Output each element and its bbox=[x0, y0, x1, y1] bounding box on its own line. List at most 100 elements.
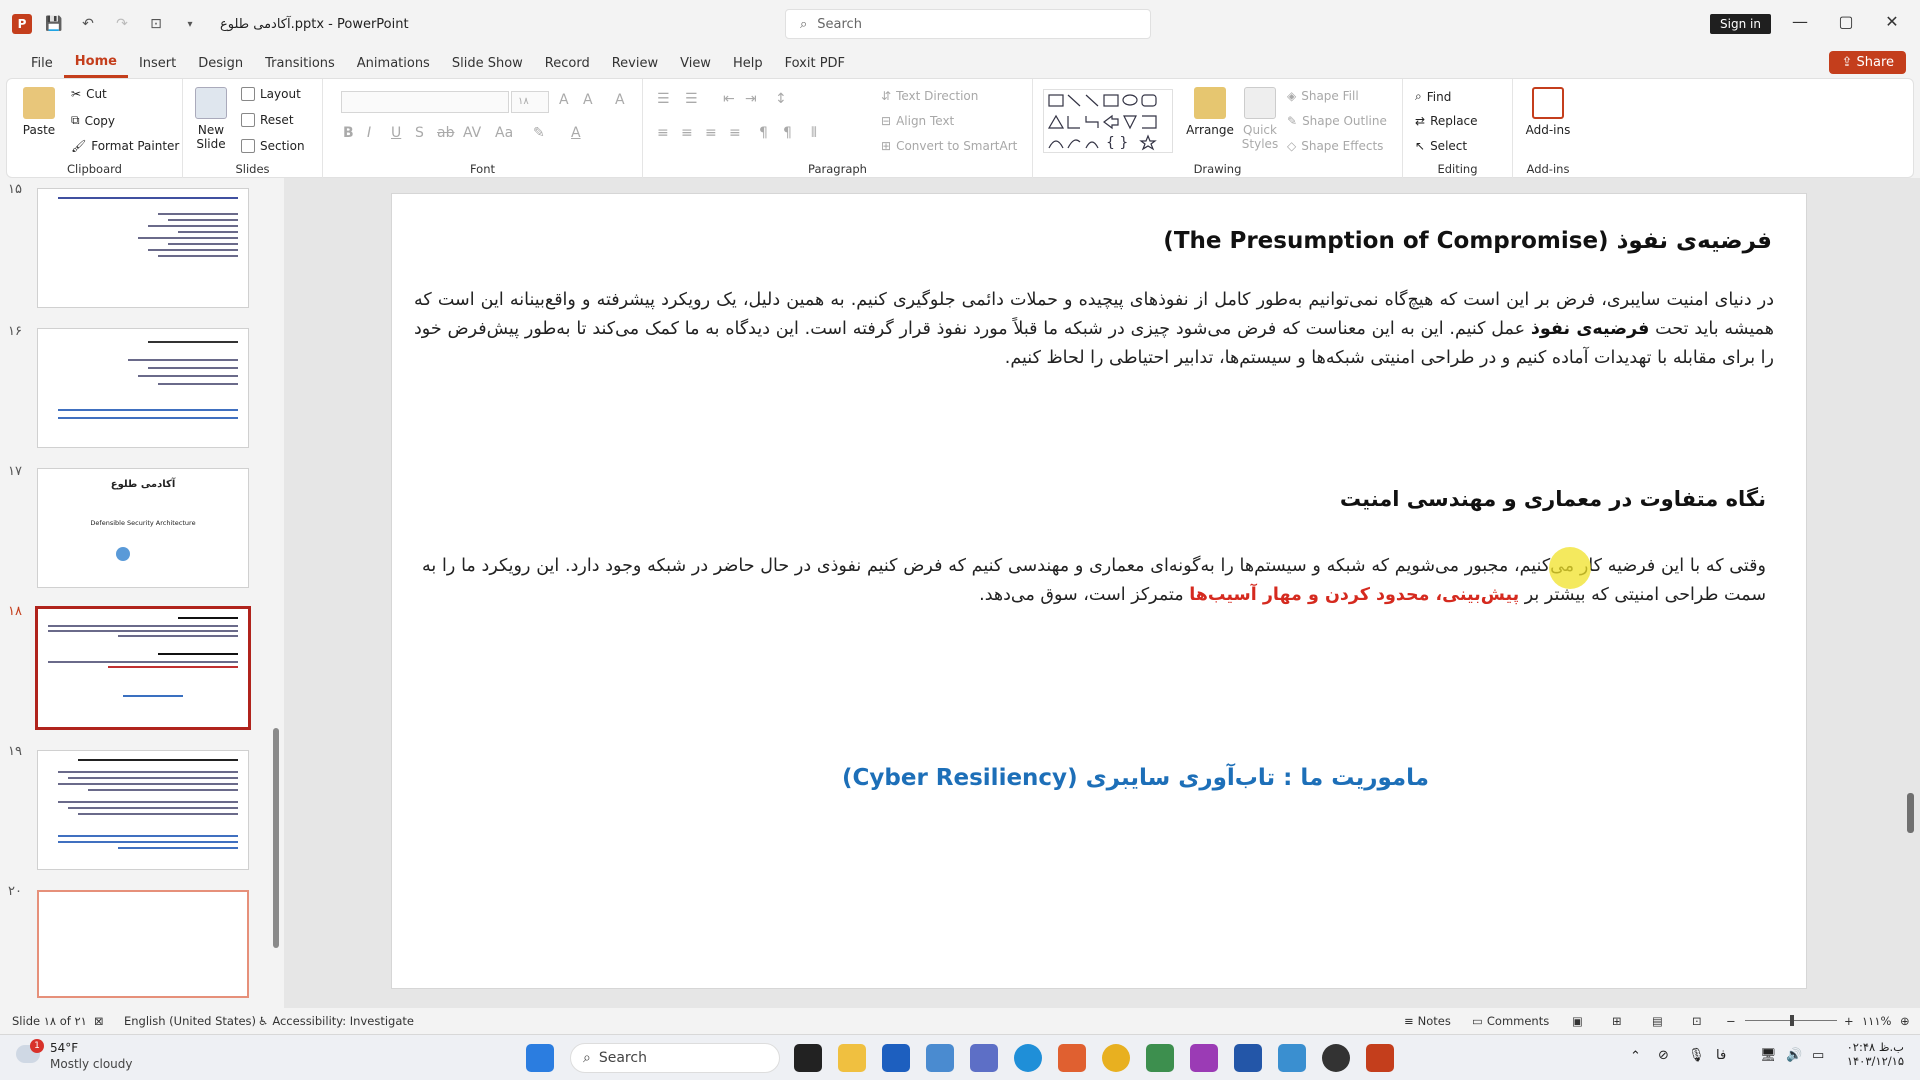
clear-format-icon[interactable]: A bbox=[615, 92, 625, 108]
remote-desktop-icon[interactable] bbox=[1278, 1044, 1306, 1072]
tab-record[interactable]: Record bbox=[534, 48, 601, 78]
slide-thumbnail-18[interactable] bbox=[35, 606, 251, 730]
shape-effects-button[interactable]: ◇ Shape Effects bbox=[1287, 139, 1383, 153]
tab-view[interactable]: View bbox=[669, 48, 722, 78]
align-text-button[interactable]: ⊟ Align Text bbox=[881, 114, 954, 128]
remote-app-icon[interactable] bbox=[970, 1044, 998, 1072]
shapes-gallery[interactable]: { } bbox=[1043, 89, 1173, 153]
slideshow-view-icon[interactable]: ⊡ bbox=[1692, 1014, 1702, 1028]
utility-app-icon[interactable] bbox=[1146, 1044, 1174, 1072]
paste-button[interactable]: Paste bbox=[17, 87, 61, 137]
clock[interactable]: ۰۲:۴۸ ب.ظ ۱۴۰۳/۱۲/۱۵ bbox=[1840, 1040, 1904, 1068]
task-view-icon[interactable] bbox=[794, 1044, 822, 1072]
slide-thumbnail-20[interactable] bbox=[37, 890, 249, 998]
justify-icon[interactable]: ≡ bbox=[729, 125, 741, 141]
zoom-level[interactable]: ۱۱۱% bbox=[1862, 1014, 1891, 1028]
replace-button[interactable]: ⇄ Replace bbox=[1415, 114, 1478, 128]
slide-thumbnail-15[interactable] bbox=[37, 188, 249, 308]
shape-outline-button[interactable]: ✎ Shape Outline bbox=[1287, 114, 1387, 128]
comments-button[interactable]: ▭ Comments bbox=[1472, 1014, 1549, 1028]
windows-start-icon[interactable] bbox=[526, 1044, 554, 1072]
tab-animations[interactable]: Animations bbox=[346, 48, 441, 78]
tab-transitions[interactable]: Transitions bbox=[254, 48, 346, 78]
tray-app-icon[interactable]: ⊘ bbox=[1658, 1048, 1669, 1063]
powerpoint-taskbar-icon[interactable] bbox=[1366, 1044, 1394, 1072]
taskbar-search[interactable]: ⌕ Search bbox=[570, 1043, 780, 1073]
snipping-tool-icon[interactable] bbox=[1058, 1044, 1086, 1072]
layout-button[interactable]: Layout bbox=[241, 87, 301, 101]
tab-review[interactable]: Review bbox=[601, 48, 669, 78]
shape-fill-button[interactable]: ◈ Shape Fill bbox=[1287, 89, 1359, 103]
search-input[interactable]: ⌕ Search bbox=[785, 9, 1151, 39]
decrease-font-icon[interactable]: A bbox=[583, 92, 593, 108]
align-left-icon[interactable]: ≡ bbox=[657, 125, 669, 141]
slide-heading-mission[interactable]: ماموریت ما : تاب‌آوری سایبری (Cyber Resi… bbox=[842, 765, 1429, 791]
align-center-icon[interactable]: ≡ bbox=[681, 125, 693, 141]
underline-icon[interactable]: U bbox=[391, 125, 401, 141]
close-icon[interactable]: ✕ bbox=[1872, 12, 1912, 31]
accessibility-status[interactable]: ♿ Accessibility: Investigate bbox=[258, 1014, 414, 1028]
maximize-icon[interactable]: ▢ bbox=[1826, 12, 1866, 31]
slide-heading-compromise[interactable]: فرضیه‌ی نفوذ (The Presumption of Comprom… bbox=[1163, 228, 1772, 254]
line-spacing-icon[interactable]: ↕ bbox=[775, 91, 787, 107]
present-icon[interactable]: ⊡ bbox=[144, 12, 168, 36]
ltr-icon[interactable]: ¶ bbox=[759, 125, 768, 141]
reset-button[interactable]: Reset bbox=[241, 113, 294, 127]
font-size-input[interactable]: ۱۸ bbox=[511, 91, 549, 113]
microphone-icon[interactable]: 🎙 bbox=[1688, 1048, 1705, 1063]
tab-help[interactable]: Help bbox=[722, 48, 774, 78]
word-icon[interactable] bbox=[1234, 1044, 1262, 1072]
slide-heading-architecture[interactable]: نگاه متفاوت در معماری و مهندسی امنیت bbox=[1340, 487, 1766, 511]
change-case-icon[interactable]: Aa bbox=[495, 125, 513, 141]
numbering-icon[interactable]: ☰ bbox=[685, 91, 698, 107]
minimize-icon[interactable]: — bbox=[1780, 12, 1820, 31]
arrange-button[interactable]: Arrange bbox=[1185, 87, 1235, 137]
fit-to-window-icon[interactable]: ⊕ bbox=[1900, 1014, 1910, 1028]
font-color-icon[interactable]: A bbox=[571, 125, 581, 141]
store-icon[interactable] bbox=[882, 1044, 910, 1072]
tray-chevron-icon[interactable]: ⌃ bbox=[1630, 1049, 1641, 1064]
network-app-icon[interactable] bbox=[926, 1044, 954, 1072]
tab-home[interactable]: Home bbox=[63, 48, 128, 78]
highlight-icon[interactable]: ✎ bbox=[533, 125, 545, 141]
decrease-indent-icon[interactable]: ⇤ bbox=[723, 91, 735, 107]
bullets-icon[interactable]: ☰ bbox=[657, 91, 670, 107]
undo-icon[interactable]: ↶ bbox=[76, 12, 100, 36]
quick-styles-button[interactable]: Quick Styles bbox=[1237, 87, 1283, 151]
section-button[interactable]: Section bbox=[241, 139, 305, 153]
increase-indent-icon[interactable]: ⇥ bbox=[745, 91, 757, 107]
slide-paragraph-1[interactable]: در دنیای امنیت سایبری، فرض بر این است که… bbox=[414, 286, 1774, 373]
strikethrough-icon[interactable]: ab bbox=[437, 125, 454, 141]
slide-sorter-icon[interactable]: ⊞ bbox=[1612, 1014, 1622, 1028]
shadow-icon[interactable]: S bbox=[415, 125, 424, 141]
tab-file[interactable]: File bbox=[20, 48, 64, 78]
edge-icon[interactable] bbox=[1014, 1044, 1042, 1072]
slide-canvas[interactable]: فرضیه‌ی نفوذ (The Presumption of Comprom… bbox=[391, 193, 1807, 989]
rtl-icon[interactable]: ¶ bbox=[783, 125, 792, 141]
spellcheck-icon[interactable]: ⊠ bbox=[94, 1014, 104, 1028]
copy-button[interactable]: ⧉ Copy bbox=[71, 113, 115, 128]
zoom-slider-knob[interactable] bbox=[1790, 1015, 1794, 1026]
redo-icon[interactable]: ↷ bbox=[110, 12, 134, 36]
char-spacing-icon[interactable]: AV bbox=[463, 125, 481, 141]
tab-slide-show[interactable]: Slide Show bbox=[441, 48, 534, 78]
tab-insert[interactable]: Insert bbox=[128, 48, 187, 78]
sign-in-button[interactable]: Sign in bbox=[1710, 14, 1771, 34]
format-painter-button[interactable]: 🖌 Format Painter bbox=[71, 139, 179, 153]
language-status[interactable]: English (United States) bbox=[124, 1014, 256, 1028]
find-button[interactable]: ⌕ Find bbox=[1415, 89, 1451, 104]
slide-scrollbar-thumb[interactable] bbox=[1907, 793, 1914, 833]
creative-app-icon[interactable] bbox=[1190, 1044, 1218, 1072]
addins-button[interactable]: Add-ins bbox=[1523, 87, 1573, 137]
tab-foxit-pdf[interactable]: Foxit PDF bbox=[774, 48, 856, 78]
file-explorer-icon[interactable] bbox=[838, 1044, 866, 1072]
save-icon[interactable]: 💾 bbox=[42, 12, 66, 36]
notes-button[interactable]: ≡ Notes bbox=[1404, 1014, 1451, 1028]
zoom-in-icon[interactable]: + bbox=[1844, 1014, 1854, 1028]
font-name-input[interactable] bbox=[341, 91, 509, 113]
normal-view-icon[interactable]: ▣ bbox=[1572, 1014, 1583, 1028]
italic-icon[interactable]: I bbox=[367, 125, 371, 141]
slide-thumbnail-16[interactable] bbox=[37, 328, 249, 448]
zoom-out-icon[interactable]: − bbox=[1726, 1014, 1736, 1028]
new-slide-button[interactable]: New Slide bbox=[189, 87, 233, 151]
